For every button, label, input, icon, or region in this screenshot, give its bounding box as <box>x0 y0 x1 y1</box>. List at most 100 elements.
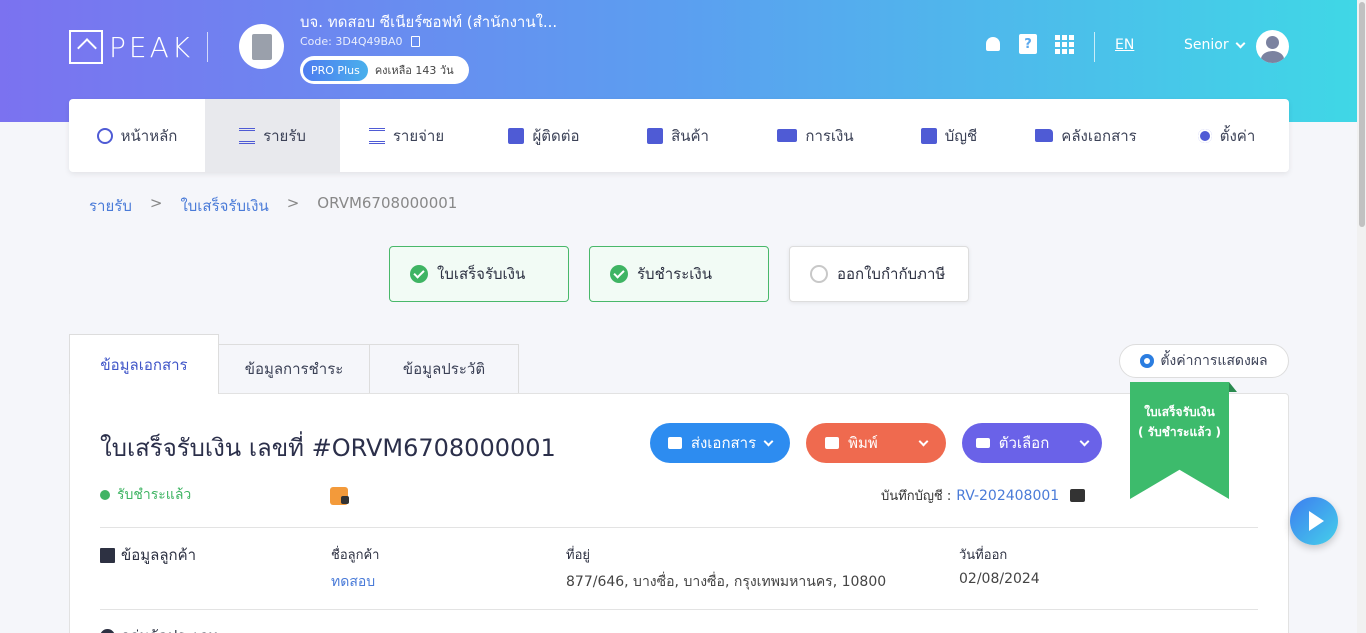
display-settings-label: ตั้งค่าการแสดงผล <box>1160 353 1268 369</box>
options-button[interactable]: ตัวเลือก <box>962 423 1102 463</box>
logo-mark <box>69 30 103 64</box>
journal-record: บันทึกบัญชี : RV-202408001 <box>881 485 1086 506</box>
step-receipt[interactable]: ใบเสร็จรับเงิน <box>389 246 569 302</box>
money-icon <box>777 129 798 142</box>
status-label: รับชำระแล้ว <box>117 487 192 503</box>
expense-icon <box>368 127 385 144</box>
breadcrumb-income[interactable]: รายรับ <box>89 194 132 218</box>
copy-icon[interactable] <box>410 36 420 47</box>
company-code: Code: 3D4Q49BA0 <box>300 35 420 48</box>
breadcrumb-separator: > <box>286 194 300 212</box>
address-label: ที่อยู่ <box>566 548 590 563</box>
locked-document-icon[interactable] <box>330 487 349 505</box>
nav-item-products[interactable]: สินค้า <box>615 99 741 172</box>
customer-name-label: ชื่อลูกค้า <box>331 548 380 563</box>
ribbon-line1: ใบเสร็จรับเงิน <box>1144 405 1215 419</box>
scrollbar-thumb[interactable] <box>1359 2 1365 227</box>
breadcrumb-receipts[interactable]: ใบเสร็จรับเงิน <box>180 194 268 218</box>
plan-remaining: คงเหลือ 143 วัน <box>374 64 454 77</box>
nav-label: บัญชี <box>944 126 978 145</box>
logo-text: PEAK <box>109 30 194 64</box>
box-icon <box>647 127 664 144</box>
header-divider <box>1094 32 1095 62</box>
nav-label: หน้าหลัก <box>120 126 178 145</box>
print-button[interactable]: พิมพ์ <box>806 423 946 463</box>
nav-item-finance[interactable]: การเงิน <box>741 99 890 172</box>
step-label: รับชำระเงิน <box>637 265 712 283</box>
income-icon <box>239 127 256 144</box>
logo-divider <box>207 32 208 62</box>
gear-icon <box>1140 354 1155 368</box>
address-value: 877/646, บางซื่อ, บางซื่อ, กรุงเทพมหานคร… <box>566 574 887 590</box>
display-settings-button[interactable]: ตั้งค่าการแสดงผล <box>1119 344 1289 378</box>
user-name: Senior <box>1184 37 1229 53</box>
customer-name-link[interactable]: ทดสอบ <box>331 571 375 593</box>
chevron-down-icon <box>1079 436 1090 446</box>
empty-circle-icon <box>810 265 828 283</box>
step-tax-invoice[interactable]: ออกใบกำกับภาษี <box>789 246 969 302</box>
check-circle-icon <box>610 265 628 283</box>
options-label: ตัวเลือก <box>998 434 1050 452</box>
building-icon <box>100 547 115 563</box>
issue-date-value: 02/08/2024 <box>959 571 1040 587</box>
step-payment[interactable]: รับชำระเงิน <box>589 246 769 302</box>
send-document-button[interactable]: ส่งเอกสาร <box>650 423 790 463</box>
nav-label: ผู้ติดต่อ <box>532 126 580 145</box>
classification-section-title: กลุ่มจัดประเภท <box>100 624 218 633</box>
nav-item-accounting[interactable]: บัญชี <box>890 99 1008 172</box>
nav-item-documents[interactable]: คลังเอกสาร <box>1008 99 1164 172</box>
nav-label: การเงิน <box>805 126 854 145</box>
language-link[interactable]: EN <box>1115 37 1134 53</box>
peak-logo[interactable]: PEAK <box>69 30 193 64</box>
printer-icon <box>825 437 840 449</box>
chevron-down-icon <box>763 436 774 446</box>
status-dot <box>100 490 110 500</box>
apps-grid-icon[interactable] <box>1053 33 1075 55</box>
nav-item-expense[interactable]: รายจ่าย <box>340 99 473 172</box>
customer-section-label: ข้อมูลลูกค้า <box>121 546 197 564</box>
step-label: ออกใบกำกับภาษี <box>837 265 946 283</box>
chevron-down-icon <box>918 436 929 446</box>
tab-payment-info[interactable]: ข้อมูลการชำระ <box>218 344 370 394</box>
nav-label: ตั้งค่า <box>1219 126 1256 145</box>
customer-section-title: ข้อมูลลูกค้า <box>100 543 196 567</box>
nav-item-income[interactable]: รายรับ <box>205 99 340 172</box>
ribbon-fold <box>1229 382 1237 392</box>
folder-icon <box>1035 129 1054 142</box>
paper-plane-icon <box>667 437 682 449</box>
send-label: ส่งเอกสาร <box>690 434 757 452</box>
dashboard-icon <box>96 127 113 144</box>
breadcrumb-separator: > <box>149 194 163 212</box>
check-circle-icon <box>410 265 428 283</box>
nav-label: รายรับ <box>263 126 306 145</box>
printer-icon[interactable] <box>1070 489 1086 502</box>
company-name[interactable]: บจ. ทดสอบ ซีเนียร์ซอฟท์ (สำนักงานใ... <box>300 10 557 34</box>
help-icon[interactable]: ? <box>1017 33 1039 55</box>
company-code-text: Code: 3D4Q49BA0 <box>300 35 403 48</box>
user-menu[interactable]: Senior <box>1184 37 1246 53</box>
issue-date-label: วันที่ออก <box>959 548 1008 563</box>
ledger-icon <box>920 127 937 144</box>
classification-label: กลุ่มจัดประเภท <box>121 624 218 633</box>
record-link[interactable]: RV-202408001 <box>956 488 1059 504</box>
chevron-down-icon <box>1235 38 1246 48</box>
divider <box>100 609 1258 610</box>
step-label: ใบเสร็จรับเงิน <box>437 265 526 283</box>
menu-icon <box>975 438 990 448</box>
contacts-icon <box>508 127 525 144</box>
breadcrumb-current: ORVM6708000001 <box>317 194 458 212</box>
building-icon <box>251 33 272 60</box>
plan-pill[interactable]: PRO Plus คงเหลือ 143 วัน <box>300 56 469 84</box>
company-avatar[interactable] <box>239 24 284 69</box>
play-tutorial-button[interactable] <box>1290 497 1338 545</box>
bell-icon[interactable] <box>982 33 1004 55</box>
nav-item-home[interactable]: หน้าหลัก <box>69 99 205 172</box>
tab-document-info[interactable]: ข้อมูลเอกสาร <box>69 334 219 394</box>
nav-item-settings[interactable]: ตั้งค่า <box>1164 99 1289 172</box>
user-avatar-icon[interactable] <box>1256 30 1289 63</box>
nav-label: สินค้า <box>671 126 709 145</box>
gear-icon <box>1197 128 1212 143</box>
nav-item-contacts[interactable]: ผู้ติดต่อ <box>473 99 615 172</box>
tab-history-info[interactable]: ข้อมูลประวัติ <box>369 344 519 394</box>
nav-label: รายจ่าย <box>392 126 445 145</box>
